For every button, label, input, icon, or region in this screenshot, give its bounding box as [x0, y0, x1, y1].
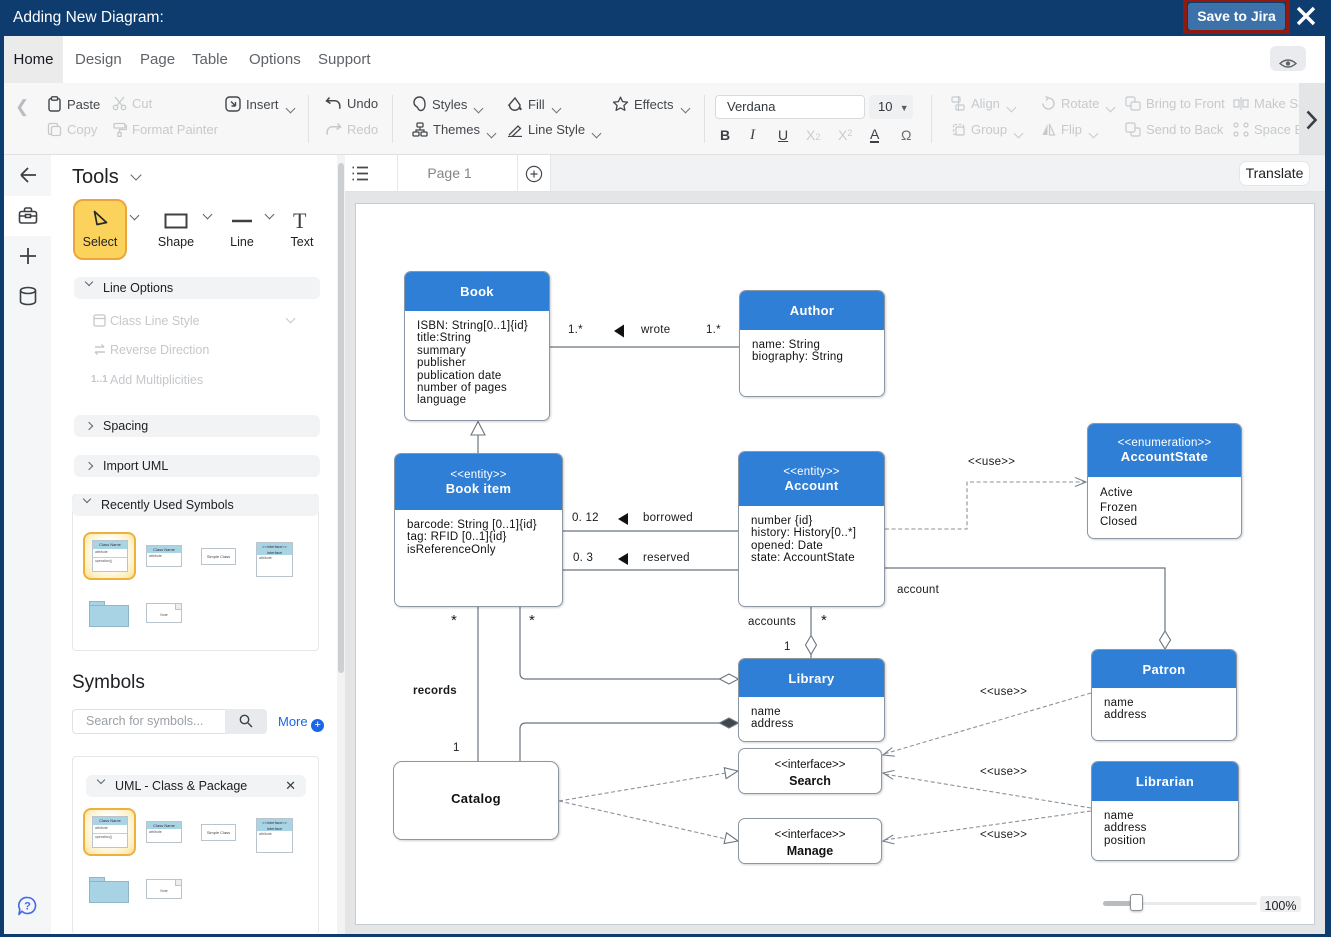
svg-text:?: ?	[24, 901, 31, 913]
